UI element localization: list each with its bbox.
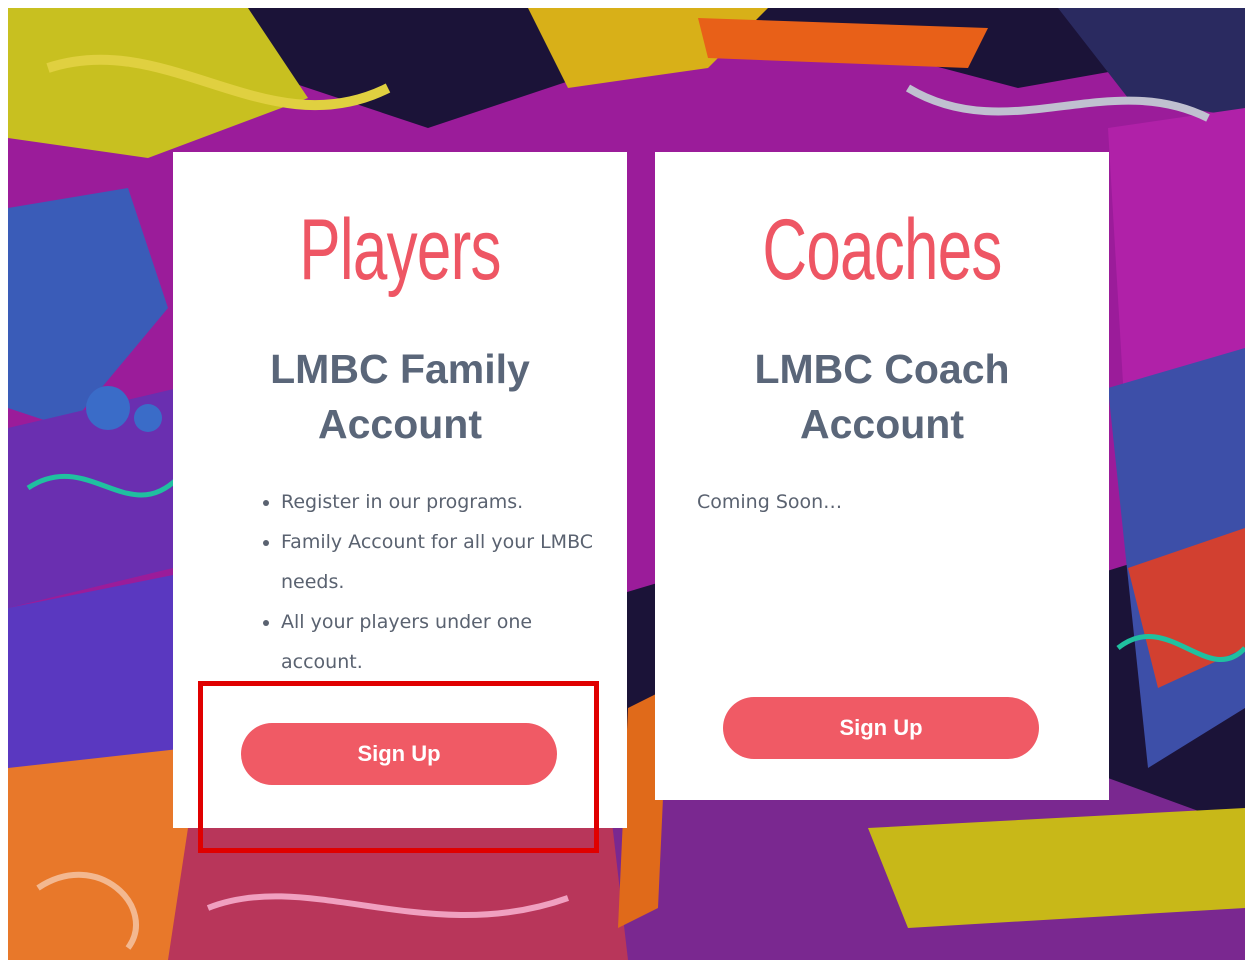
coaches-sign-up-button[interactable]: Sign Up bbox=[723, 697, 1039, 759]
page-background: Players LMBC Family Account Register in … bbox=[8, 8, 1245, 960]
players-card-title: Players bbox=[299, 202, 501, 298]
coaches-card-title: Coaches bbox=[762, 202, 1002, 298]
players-sign-up-button[interactable]: Sign Up bbox=[241, 723, 557, 785]
players-card: Players LMBC Family Account Register in … bbox=[173, 152, 627, 828]
feature-item: Register in our programs. bbox=[281, 482, 601, 522]
coaches-card-subtitle: LMBC Coach Account bbox=[754, 346, 1010, 447]
feature-item: Family Account for all your LMBC needs. bbox=[281, 522, 601, 602]
feature-item: All your players under one account. bbox=[281, 602, 601, 682]
coaches-status-text: Coming Soon… bbox=[697, 491, 843, 513]
coaches-card: Coaches LMBC Coach Account Coming Soon… … bbox=[655, 152, 1109, 800]
players-card-subtitle: LMBC Family Account bbox=[270, 346, 530, 447]
players-feature-list: Register in our programs. Family Account… bbox=[253, 482, 601, 682]
